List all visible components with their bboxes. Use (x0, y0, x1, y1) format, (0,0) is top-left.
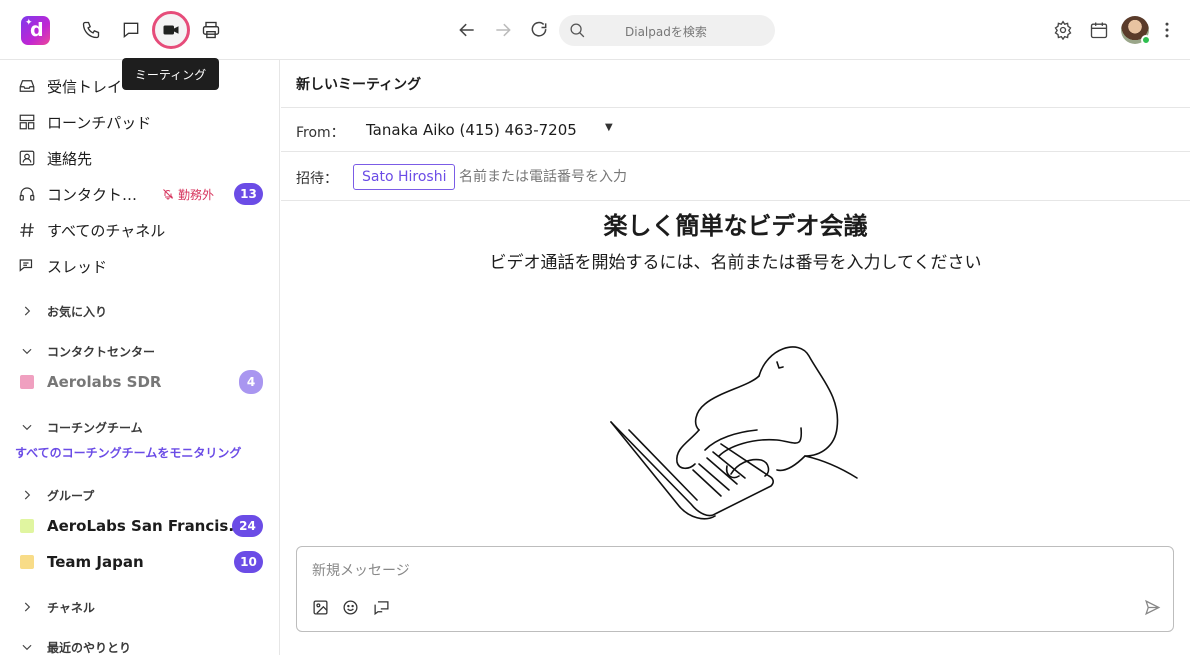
search-bar[interactable]: Dialpadを検索 (559, 15, 775, 46)
sidebar-item-contact-center[interactable]: コンタクト… 勤務外 13 (0, 176, 279, 212)
headset-icon (19, 187, 35, 201)
more-icon[interactable] (1152, 15, 1182, 45)
sidebar-item-label: Team Japan (47, 553, 144, 571)
search-icon (570, 23, 585, 38)
presence-indicator (1141, 35, 1151, 45)
off-duty-label: 勤務外 (178, 187, 215, 202)
back-icon[interactable] (452, 15, 482, 45)
refresh-icon[interactable] (524, 15, 554, 45)
divider (281, 200, 1190, 201)
sidebar-item-threads[interactable]: スレッド (0, 248, 279, 284)
emoji-icon[interactable] (340, 597, 360, 617)
image-icon[interactable] (310, 597, 330, 617)
sidebar-item-launchpad[interactable]: ローンチパッド (0, 104, 279, 140)
sidebar-item-label: Aerolabs SDR (47, 373, 162, 391)
section-recent[interactable]: 最近のやりとり (0, 635, 279, 655)
divider (281, 107, 1190, 108)
section-label: お気に入り (47, 304, 108, 319)
sidebar-item-contacts[interactable]: 連絡先 (0, 140, 279, 176)
calendar-icon[interactable] (1084, 15, 1114, 45)
page-title: 新しいミーティング (296, 77, 422, 93)
section-coaching-team[interactable]: コーチングチーム (0, 415, 279, 439)
sidebar-item-label: 連絡先 (47, 149, 93, 168)
phone-icon[interactable] (76, 15, 106, 45)
chevron-down-icon (22, 424, 32, 431)
color-swatch (20, 555, 34, 569)
invite-input[interactable] (459, 164, 759, 190)
off-duty-status: 勤務外 (162, 186, 214, 203)
sidebar-item-aerolabs-sdr[interactable]: Aerolabs SDR 4 (0, 364, 279, 400)
chevron-right-icon (24, 490, 31, 500)
typing-character-illustration (610, 346, 858, 520)
gear-icon[interactable] (1048, 15, 1078, 45)
top-bar: ✦ d ミーティング Dialpadを検索 (0, 0, 1190, 90)
sidebar-item-label: コンタクト… (47, 185, 138, 204)
contacts-icon (19, 150, 35, 166)
chat-icon[interactable] (116, 15, 146, 45)
section-label: コーチングチーム (47, 420, 143, 435)
sidebar-item-label: 受信トレイ (47, 77, 123, 96)
from-select[interactable]: Tanaka Aiko (415) 463-7205 (366, 121, 577, 139)
unread-badge: 24 (232, 515, 263, 537)
section-channels[interactable]: チャネル (0, 595, 279, 619)
monitor-coaching-link[interactable]: すべてのコーチングチームをモニタリング (15, 444, 241, 461)
sidebar-item-label: ローンチパッド (47, 113, 152, 132)
thread-reply-icon[interactable] (371, 597, 391, 617)
invite-label: 招待： (296, 171, 338, 187)
message-input[interactable] (312, 559, 1012, 583)
section-label: グループ (47, 488, 95, 503)
hash-icon (20, 223, 34, 237)
sidebar-item-label: AeroLabs San Francis... (47, 517, 246, 535)
logo-letter: d (30, 19, 44, 41)
section-label: コンタクトセンター (47, 344, 156, 359)
section-groups[interactable]: グループ (0, 483, 279, 507)
search-placeholder: Dialpadを検索 (625, 25, 707, 39)
hero-title: 楽しく簡単なビデオ会議 (603, 212, 868, 240)
inbox-icon (19, 80, 35, 92)
sidebar-item-label: スレッド (47, 257, 108, 276)
unread-badge: 10 (234, 551, 263, 573)
caret-down-icon[interactable]: ▼ (605, 122, 613, 133)
chevron-right-icon (24, 602, 31, 612)
chevron-down-icon (22, 348, 32, 355)
meeting-tooltip: ミーティング (122, 58, 219, 90)
forward-icon[interactable] (488, 15, 518, 45)
sidebar-item-label: すべてのチャネル (47, 221, 166, 240)
dialpad-logo[interactable]: ✦ d (21, 16, 50, 45)
unread-badge: 13 (234, 183, 263, 205)
color-swatch (20, 519, 34, 533)
launchpad-icon (19, 114, 35, 130)
hero-subtitle: ビデオ通話を開始するには、名前または番号を入力してください (489, 253, 982, 273)
unread-badge: 4 (239, 370, 263, 394)
section-contact-center[interactable]: コンタクトセンター (0, 339, 279, 363)
main-panel: 新しいミーティング From： Tanaka Aiko (415) 463-72… (281, 60, 1190, 655)
send-icon[interactable] (1142, 597, 1162, 617)
sidebar-item-aerolabs-sf[interactable]: AeroLabs San Francis... 24 (0, 508, 279, 544)
video-meeting-button[interactable] (152, 11, 190, 49)
sidebar-item-team-japan[interactable]: Team Japan 10 (0, 544, 279, 580)
threads-icon (19, 259, 33, 272)
printer-icon[interactable] (196, 15, 226, 45)
section-label: チャネル (47, 600, 95, 615)
sidebar-item-all-channels[interactable]: すべてのチャネル (0, 212, 279, 248)
bell-off-icon (163, 189, 174, 200)
divider (281, 151, 1190, 152)
section-label: 最近のやりとり (47, 640, 132, 655)
sidebar: 受信トレイ ローンチパッド 連絡先 コンタクト… 勤務外 13 すべてのチャネル… (0, 60, 280, 655)
section-favorites[interactable]: お気に入り (0, 299, 279, 323)
video-icon (163, 25, 179, 35)
from-label: From： (296, 125, 345, 141)
chevron-right-icon (24, 306, 31, 316)
invitee-chip[interactable]: Sato Hiroshi (353, 164, 456, 190)
message-composer (296, 546, 1174, 632)
user-avatar[interactable] (1121, 16, 1151, 45)
color-swatch (20, 375, 34, 389)
chevron-down-icon (22, 644, 32, 651)
